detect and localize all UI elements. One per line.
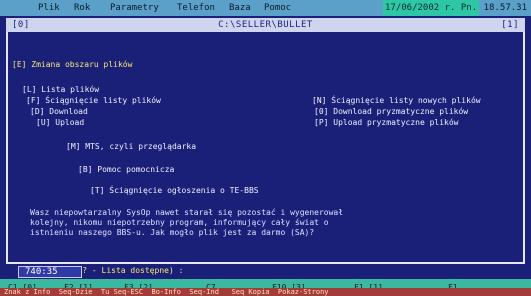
window-title: C:\SELLER\BULLET: [218, 20, 313, 30]
info-paragraph: Wasz niepowtarzalny SysOp nawet starał s…: [30, 208, 344, 237]
window-right-marker[interactable]: [1]: [501, 18, 519, 32]
menu-parametry[interactable]: Parametry: [108, 0, 161, 16]
window-titlebar: [0] C:\SELLER\BULLET [1]: [6, 18, 525, 32]
menu-option-upload[interactable]: [U] Upload: [36, 118, 84, 128]
menu-telefon[interactable]: Telefon: [175, 0, 217, 16]
menu-option-mts[interactable]: [M] MTS, czyli przeglądarka: [66, 142, 196, 152]
action-input[interactable]: 740:35: [18, 266, 82, 278]
menu-baza[interactable]: Baza: [227, 0, 253, 16]
hint-bar: Znak z Info Seq-Dzie Tu Seq-ESC Bo-Info …: [0, 288, 531, 296]
header-item[interactable]: [E] Zmiana obszaru plików: [12, 60, 132, 70]
section-list[interactable]: [L] Lista plików: [22, 85, 99, 95]
menu-plik[interactable]: Plik: [36, 0, 62, 16]
menu-option-upload-protokol[interactable]: [P] Upload pryzmatyczne plików: [314, 118, 459, 128]
window-left-marker[interactable]: [0]: [12, 18, 30, 32]
menu-option-download[interactable]: [D] Download: [30, 107, 88, 117]
menu-option-sciagniecie-listy[interactable]: [F] Ściągnięcie listy plików: [26, 96, 161, 106]
menu-pomoc[interactable]: Pomoc: [262, 0, 293, 16]
menu-bar: Plik Rok Parametry Telefon Baza Pomoc 17…: [0, 0, 531, 16]
clock: 18.57.31: [483, 3, 527, 13]
menu-rok[interactable]: Rok: [72, 0, 92, 16]
menu-option-download-protokol[interactable]: [0] Download pryzmatyczne plików: [314, 107, 468, 117]
menu-option-ogloszenia[interactable]: [T] Ściągnięcie ogłoszenia o TE-BBS: [90, 186, 259, 196]
date-indicator: 17/06/2002 r. Pn.: [383, 0, 480, 16]
menu-option-pomoc[interactable]: [B] Pomoc pomocnicza: [78, 165, 174, 175]
menu-option-sciagniecie-nowych[interactable]: [N] Ściągnięcie listy nowych plików: [312, 96, 481, 106]
